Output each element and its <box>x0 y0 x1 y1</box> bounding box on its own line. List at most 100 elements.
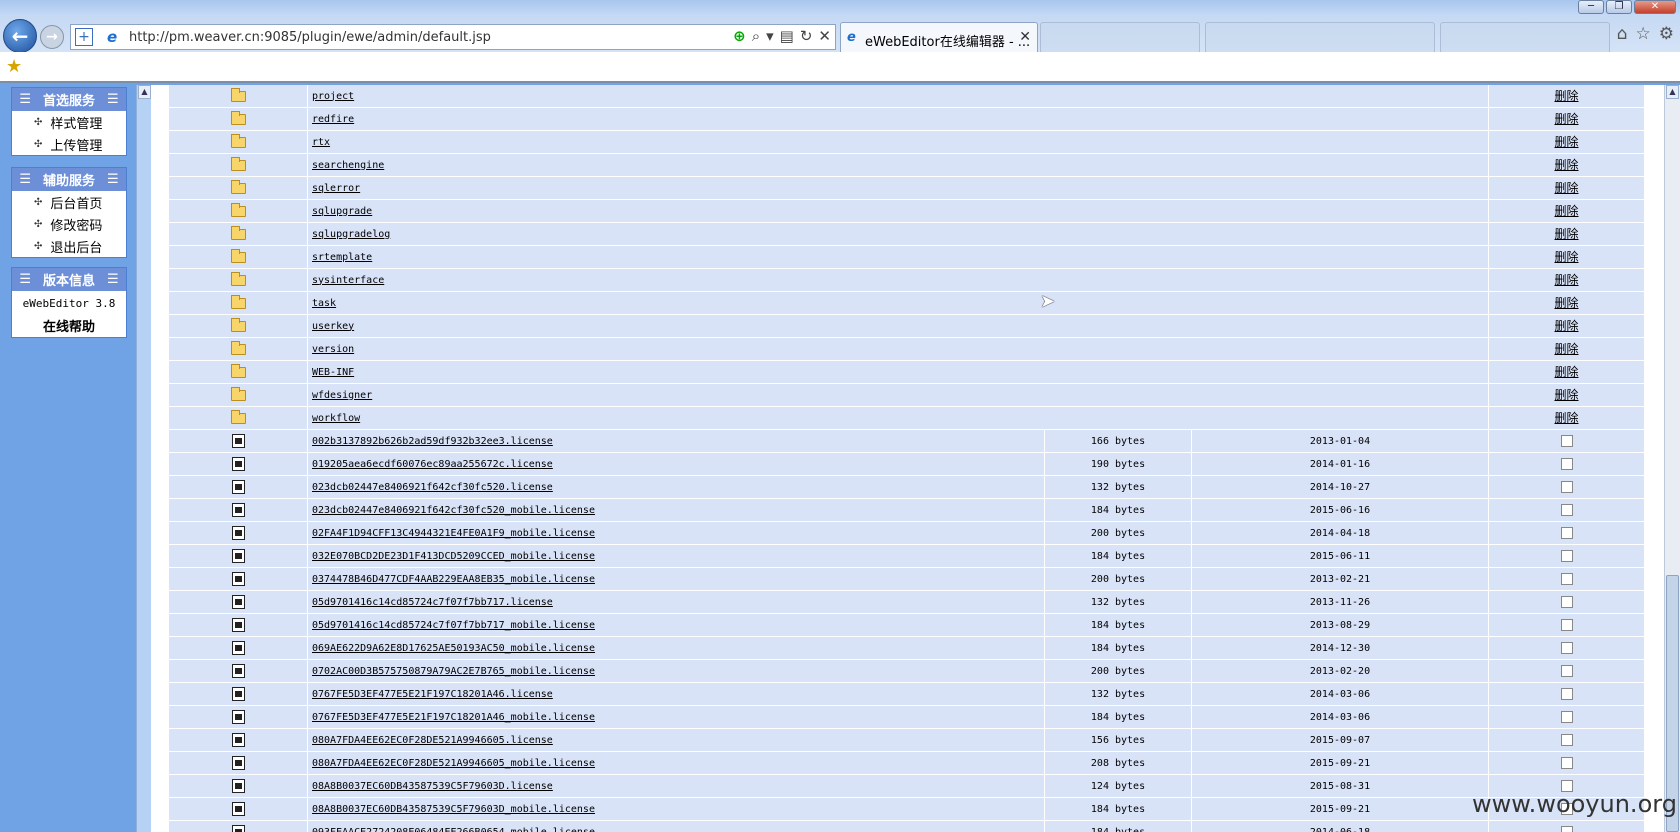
address-url[interactable]: http://pm.weaver.cn:9085/plugin/ewe/admi… <box>129 30 491 45</box>
refresh-icon[interactable]: ↻ <box>800 27 813 45</box>
file-link[interactable]: 0374478B46D477CDF4AAB229EAA8EB35_mobile.… <box>307 567 1044 591</box>
folder-link[interactable]: srtemplate <box>307 245 1488 269</box>
delete-link[interactable]: 删除 <box>1554 384 1578 407</box>
delete-link[interactable]: 删除 <box>1554 269 1578 292</box>
stop-icon[interactable]: ✕ <box>818 27 831 45</box>
file-link[interactable]: 05d9701416c14cd85724c7f07f7bb717_mobile.… <box>307 613 1044 637</box>
delete-link[interactable]: 删除 <box>1554 131 1578 154</box>
close-window-button[interactable]: ✕ <box>1634 0 1676 14</box>
folder-link[interactable]: sqlupgradelog <box>307 222 1488 246</box>
settings-gear-icon[interactable]: ⚙ <box>1659 24 1674 44</box>
file-link[interactable]: 05d9701416c14cd85724c7f07f7bb717.license <box>307 590 1044 614</box>
file-link[interactable]: 093FEAACE2724208E06484EE266B0654_mobile.… <box>307 820 1044 832</box>
compat-view-icon[interactable]: ▤ <box>780 27 794 45</box>
folder-link[interactable]: sqlupgrade <box>307 199 1488 223</box>
favorites-icon[interactable]: ☆ <box>1636 24 1651 44</box>
select-checkbox[interactable] <box>1560 458 1573 470</box>
delete-link[interactable]: 删除 <box>1554 108 1578 131</box>
file-link[interactable]: 080A7FDA4EE62EC0F28DE521A9946605.license <box>307 728 1044 752</box>
file-link[interactable]: 08A8B0037EC60DB43587539C5F79603D.license <box>307 774 1044 798</box>
delete-link[interactable]: 删除 <box>1554 200 1578 223</box>
select-checkbox[interactable] <box>1560 527 1573 539</box>
file-link[interactable]: 0767FE5D3EF477E5E21F197C18201A46_mobile.… <box>307 705 1044 729</box>
sidebar-item-label: 样式管理 <box>50 116 103 132</box>
select-checkbox[interactable] <box>1560 596 1573 608</box>
folder-link[interactable]: rtx <box>307 130 1488 154</box>
file-link[interactable]: 08A8B0037EC60DB43587539C5F79603D_mobile.… <box>307 797 1044 821</box>
tab-inactive-1[interactable] <box>1040 22 1200 54</box>
select-checkbox[interactable] <box>1560 435 1573 447</box>
select-checkbox[interactable] <box>1560 734 1573 746</box>
select-checkbox[interactable] <box>1560 665 1573 677</box>
select-checkbox[interactable] <box>1560 711 1573 723</box>
search-icon[interactable]: ⌕ <box>752 27 760 45</box>
delete-link[interactable]: 删除 <box>1554 85 1578 108</box>
select-checkbox[interactable] <box>1560 757 1573 769</box>
select-checkbox[interactable] <box>1560 826 1573 832</box>
delete-link[interactable]: 删除 <box>1554 361 1578 384</box>
file-link[interactable]: 023dcb02447e8406921f642cf30fc520.license <box>307 475 1044 499</box>
scroll-up-icon[interactable]: ▲ <box>1666 85 1679 99</box>
scroll-up-icon[interactable]: ▲ <box>138 85 151 99</box>
add-favorite-icon[interactable]: ★ <box>6 56 22 77</box>
delete-link[interactable]: 删除 <box>1554 407 1578 430</box>
folder-icon <box>230 386 246 401</box>
select-checkbox[interactable] <box>1560 573 1573 585</box>
delete-link[interactable]: 删除 <box>1554 338 1578 361</box>
select-checkbox[interactable] <box>1560 550 1573 562</box>
tab-inactive-3[interactable] <box>1440 22 1610 54</box>
folder-link[interactable]: wfdesigner <box>307 383 1488 407</box>
select-checkbox[interactable] <box>1560 481 1573 493</box>
sidebar-item-logout[interactable]: ✣ 退出后台 <box>12 235 126 257</box>
delete-link[interactable]: 删除 <box>1554 177 1578 200</box>
sidebar-item-home[interactable]: ✣ 后台首页 <box>12 191 126 213</box>
file-link[interactable]: 0767FE5D3EF477E5E21F197C18201A46.license <box>307 682 1044 706</box>
back-button[interactable]: ← <box>3 19 37 53</box>
file-link[interactable]: 002b3137892b626b2ad59df932b32ee3.license <box>307 429 1044 453</box>
minimize-button[interactable]: ─ <box>1578 0 1604 14</box>
file-link[interactable]: 069AE622D9A62E8D17625AE50193AC50_mobile.… <box>307 636 1044 660</box>
page-scrollbar[interactable]: ▲ <box>1664 85 1680 832</box>
folder-link[interactable]: redfire <box>307 107 1488 131</box>
tab-close-icon[interactable]: ✕ <box>1019 29 1031 45</box>
folder-link[interactable]: userkey <box>307 314 1488 338</box>
section-header: ☰ 首选服务 ☰ <box>12 88 126 111</box>
folder-link[interactable]: searchengine <box>307 153 1488 177</box>
home-icon[interactable]: ⌂ <box>1617 24 1628 44</box>
sidebar-item-style-manage[interactable]: ✣ 样式管理 <box>12 111 126 133</box>
tab-active[interactable]: e eWebEditor在线编辑器 - ... ✕ <box>840 22 1038 54</box>
file-link[interactable]: 019205aea6ecdf60076ec89aa255672c.license <box>307 452 1044 476</box>
file-link[interactable]: 080A7FDA4EE62EC0F28DE521A9946605_mobile.… <box>307 751 1044 775</box>
select-checkbox[interactable] <box>1560 619 1573 631</box>
folder-link[interactable]: task <box>307 291 1488 315</box>
delete-link[interactable]: 删除 <box>1554 223 1578 246</box>
folder-link[interactable]: version <box>307 337 1488 361</box>
sidebar-item-change-password[interactable]: ✣ 修改密码 <box>12 213 126 235</box>
select-checkbox[interactable] <box>1560 688 1573 700</box>
forward-button[interactable]: → <box>40 25 64 49</box>
online-help-link[interactable]: 在线帮助 <box>12 313 126 337</box>
folder-link[interactable]: sysinterface <box>307 268 1488 292</box>
sidebar-scrollbar[interactable]: ▲ <box>136 85 151 832</box>
sidebar-item-upload-manage[interactable]: ✣ 上传管理 <box>12 133 126 155</box>
delete-link[interactable]: 删除 <box>1554 246 1578 269</box>
address-bar[interactable]: + e http://pm.weaver.cn:9085/plugin/ewe/… <box>70 24 836 50</box>
file-link[interactable]: 0702AC00D3B575750879A79AC2E7B765_mobile.… <box>307 659 1044 683</box>
select-checkbox[interactable] <box>1560 504 1573 516</box>
file-link[interactable]: 032E070BCD2DE23D1F413DCD5209CCED_mobile.… <box>307 544 1044 568</box>
folder-link[interactable]: sqlerror <box>307 176 1488 200</box>
delete-link[interactable]: 删除 <box>1554 315 1578 338</box>
file-link[interactable]: 023dcb02447e8406921f642cf30fc520_mobile.… <box>307 498 1044 522</box>
compat-icon[interactable]: ⊕ <box>733 27 746 45</box>
select-checkbox[interactable] <box>1560 642 1573 654</box>
dropdown-icon[interactable]: ▾ <box>766 27 774 45</box>
restore-button[interactable]: ❐ <box>1606 0 1632 14</box>
delete-link[interactable]: 删除 <box>1554 292 1578 315</box>
folder-link[interactable]: project <box>307 84 1488 108</box>
file-link[interactable]: 02FA4F1D94CFF13C4944321E4FE0A1F9_mobile.… <box>307 521 1044 545</box>
folder-link[interactable]: workflow <box>307 406 1488 430</box>
tab-inactive-2[interactable] <box>1205 22 1435 54</box>
delete-link[interactable]: 删除 <box>1554 154 1578 177</box>
folder-link[interactable]: WEB-INF <box>307 360 1488 384</box>
file-icon-cell <box>169 526 307 540</box>
